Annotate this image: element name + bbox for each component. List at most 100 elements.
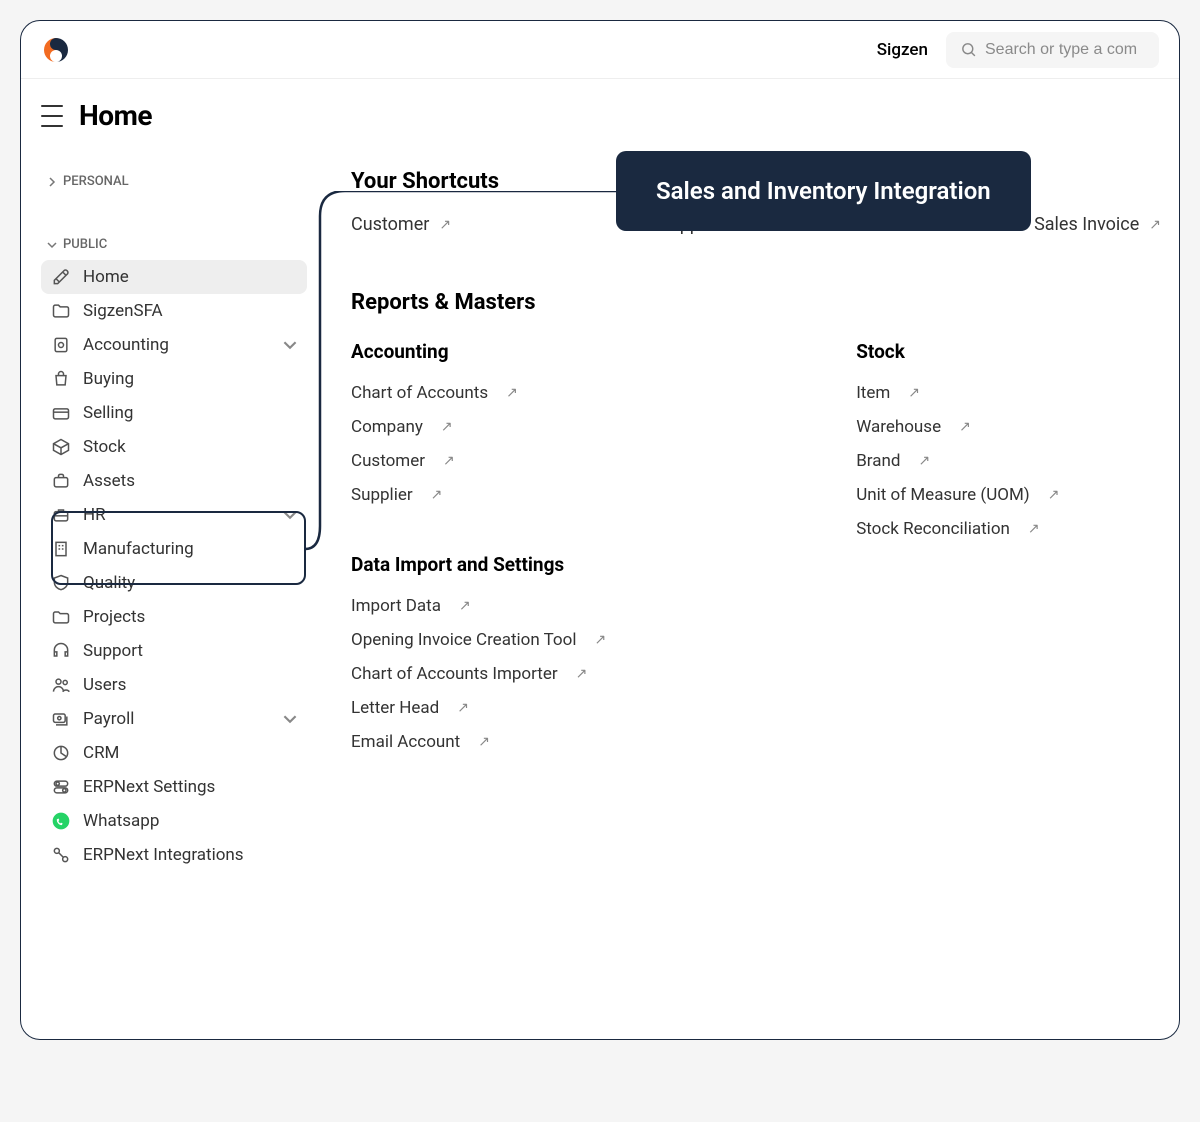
external-link-icon: ↗ — [1048, 487, 1060, 503]
sidebar-group-label: PERSONAL — [63, 174, 129, 189]
external-link-icon: ↗ — [431, 487, 443, 503]
sidebar-item-erpnext-integrations[interactable]: ERPNext Integrations — [41, 838, 307, 872]
external-link-icon: ↗ — [439, 217, 451, 233]
sidebar-item-assets[interactable]: Assets — [41, 464, 307, 498]
link-warehouse[interactable]: Warehouse ↗ — [856, 417, 1059, 437]
app-window: Sigzen Home PERSONAL PUBLIC — [20, 20, 1180, 1040]
topbar: Sigzen — [21, 21, 1179, 79]
link-label: Warehouse — [856, 417, 941, 437]
link-label: Stock Reconciliation — [856, 519, 1010, 539]
link-item[interactable]: Item↗ — [856, 383, 1059, 403]
sidebar-item-label: CRM — [83, 743, 297, 763]
link-email-account[interactable]: Email Account ↗ — [351, 732, 606, 752]
col-accounting: Accounting Chart of Accounts↗ Company↗ C… — [351, 340, 606, 752]
external-link-icon: ↗ — [594, 632, 606, 648]
sidebar-item-manufacturing[interactable]: Manufacturing — [41, 532, 307, 566]
link-import-data[interactable]: Import Data↗ — [351, 596, 606, 616]
reports-title: Reports & Masters — [351, 290, 1161, 315]
link-supplier[interactable]: Supplier↗ — [351, 485, 606, 505]
link-label: Email Account — [351, 732, 460, 752]
external-link-icon: ↗ — [1149, 217, 1161, 233]
sidebar-item-selling[interactable]: Selling — [41, 396, 307, 430]
folder2-icon — [51, 607, 71, 627]
sidebar-item-hr[interactable]: HR — [41, 498, 307, 532]
sidebar-item-label: Selling — [83, 403, 297, 423]
data-import-section: Data Import and Settings Import Data↗ Op… — [351, 553, 606, 752]
link-stock-reconciliation[interactable]: Stock Reconciliation↗ — [856, 519, 1059, 539]
sidebar-item-label: Support — [83, 641, 297, 661]
sidebar-item-quality[interactable]: Quality — [41, 566, 307, 600]
users-icon — [51, 675, 71, 695]
link-label: Chart of Accounts Importer — [351, 664, 558, 684]
sidebar-item-label: Payroll — [83, 709, 271, 729]
external-link-icon: ↗ — [576, 666, 588, 682]
sidebar: Home PERSONAL PUBLIC Home SigzenSFA — [21, 79, 321, 1039]
sidebar-item-projects[interactable]: Projects — [41, 600, 307, 634]
sidebar-item-whatsapp[interactable]: Whatsapp — [41, 804, 307, 838]
search-input[interactable] — [985, 41, 1145, 59]
building-icon — [51, 539, 71, 559]
sidebar-item-label: Stock — [83, 437, 297, 457]
sidebar-item-erpnext-settings[interactable]: ERPNext Settings — [41, 770, 307, 804]
link-label: Chart of Accounts — [351, 383, 488, 403]
sidebar-item-label: Buying — [83, 369, 297, 389]
sidebar-item-users[interactable]: Users — [41, 668, 307, 702]
chevron-down-icon — [283, 508, 297, 522]
sidebar-item-accounting[interactable]: Accounting — [41, 328, 307, 362]
link-brand[interactable]: Brand↗ — [856, 451, 1059, 471]
sidebar-item-sigzensfa[interactable]: SigzenSFA — [41, 294, 307, 328]
sidebar-item-stock[interactable]: Stock — [41, 430, 307, 464]
accounting-links: Chart of Accounts↗ Company↗ Customer↗ Su… — [351, 383, 606, 505]
box-icon — [51, 437, 71, 457]
sidebar-item-crm[interactable]: CRM — [41, 736, 307, 770]
toggles-icon — [51, 777, 71, 797]
sidebar-item-label: Home — [83, 267, 297, 287]
shortcut-customer[interactable]: Customer ↗ — [351, 214, 451, 235]
folder-icon — [51, 301, 71, 321]
sidebar-item-label: ERPNext Settings — [83, 777, 297, 797]
sidebar-group-personal[interactable]: PERSONAL — [47, 174, 307, 189]
sidebar-group-public[interactable]: PUBLIC — [47, 237, 307, 252]
search-box[interactable] — [946, 32, 1159, 68]
stock-links: Item↗ Warehouse ↗ Brand↗ Unit of Measure … — [856, 383, 1059, 539]
hamburger-icon[interactable] — [41, 105, 63, 127]
chevron-down-icon — [283, 338, 297, 352]
link-letter-head[interactable]: Letter Head↗ — [351, 698, 606, 718]
sidebar-item-home[interactable]: Home — [41, 260, 307, 294]
sidebar-item-buying[interactable]: Buying — [41, 362, 307, 396]
chevron-right-icon — [47, 177, 57, 187]
external-link-icon: ↗ — [441, 419, 453, 435]
external-link-icon: ↗ — [457, 700, 469, 716]
link-label: Import Data — [351, 596, 441, 616]
link-customer[interactable]: Customer↗ — [351, 451, 606, 471]
external-link-icon: ↗ — [959, 419, 971, 435]
pie-icon — [51, 743, 71, 763]
integrations-icon — [51, 845, 71, 865]
shortcut-label: Sales Invoice — [1034, 214, 1139, 235]
link-label: Unit of Measure (UOM) — [856, 485, 1030, 505]
sidebar-nav: Home SigzenSFA Accounting Buying — [41, 260, 307, 872]
card-icon — [51, 403, 71, 423]
callout-text: Sales and Inventory Integration — [656, 177, 991, 205]
sidebar-item-label: Users — [83, 675, 297, 695]
link-chart-of-accounts[interactable]: Chart of Accounts↗ — [351, 383, 606, 403]
link-opening-invoice-tool[interactable]: Opening Invoice Creation Tool ↗ — [351, 630, 606, 650]
sidebar-item-label: Manufacturing — [83, 539, 297, 559]
link-label: Opening Invoice Creation Tool — [351, 630, 576, 650]
sidebar-item-support[interactable]: Support — [41, 634, 307, 668]
col-title-stock: Stock — [856, 340, 1059, 363]
page-title-row: Home — [41, 99, 307, 132]
sidebar-item-label: HR — [83, 505, 271, 525]
link-coa-importer[interactable]: Chart of Accounts Importer ↗ — [351, 664, 606, 684]
username-label[interactable]: Sigzen — [877, 40, 928, 60]
sidebar-item-label: SigzenSFA — [83, 301, 297, 321]
link-company[interactable]: Company↗ — [351, 417, 606, 437]
sidebar-group-label: PUBLIC — [63, 237, 107, 252]
shield-icon — [51, 573, 71, 593]
external-link-icon: ↗ — [478, 734, 490, 750]
sidebar-item-label: Accounting — [83, 335, 271, 355]
sidebar-item-payroll[interactable]: Payroll — [41, 702, 307, 736]
shortcut-sales-invoice[interactable]: Sales Invoice ↗ — [1034, 214, 1161, 235]
link-uom[interactable]: Unit of Measure (UOM) ↗ — [856, 485, 1059, 505]
reports-columns: Accounting Chart of Accounts↗ Company↗ C… — [351, 340, 1161, 752]
